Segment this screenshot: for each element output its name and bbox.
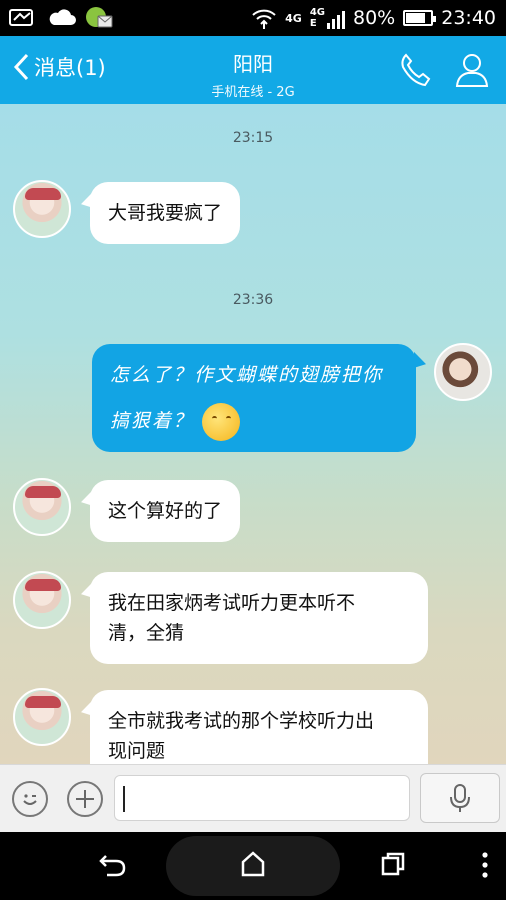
home-icon bbox=[241, 851, 265, 877]
contact-avatar[interactable] bbox=[13, 688, 71, 746]
wifi-icon bbox=[252, 9, 276, 29]
smiley-icon bbox=[23, 794, 37, 805]
recents-nav-button[interactable] bbox=[380, 850, 406, 882]
message-text-line: 现问题 bbox=[108, 740, 166, 762]
back-button[interactable]: 消息(1) bbox=[12, 52, 106, 82]
battery-icon bbox=[403, 10, 437, 26]
add-button[interactable] bbox=[67, 781, 103, 817]
message-input[interactable] bbox=[114, 775, 410, 821]
contact-avatar[interactable] bbox=[13, 478, 71, 536]
message-list[interactable]: 23:15 大哥我要疯了 23:36 怎么了？作文蝴蝶的翅膀把你 搞狠着？ 这个… bbox=[0, 104, 506, 764]
message-text: 大哥我要疯了 bbox=[108, 202, 223, 224]
contact-avatar[interactable] bbox=[13, 180, 71, 238]
message-text-line: 搞狠着？ bbox=[110, 398, 398, 444]
notification-icons bbox=[8, 4, 114, 30]
back-nav-button[interactable] bbox=[98, 850, 128, 884]
received-message[interactable]: 这个算好的了 bbox=[90, 480, 241, 542]
back-arrow-icon bbox=[99, 855, 126, 877]
emoji-button[interactable] bbox=[12, 781, 48, 817]
back-label: 消息(1) bbox=[34, 56, 106, 80]
call-button[interactable] bbox=[398, 52, 432, 92]
recents-icon bbox=[381, 852, 405, 876]
chat-header: 消息(1) 阳阳 手机在线 - 2G bbox=[0, 36, 506, 104]
timestamp: 23:36 bbox=[232, 292, 274, 308]
person-icon bbox=[455, 54, 489, 87]
message-text-line: 清，全猜 bbox=[108, 622, 185, 644]
signal-icon: 4G E bbox=[310, 7, 345, 29]
battery-level bbox=[406, 13, 426, 23]
message-text: 这个算好的了 bbox=[108, 500, 223, 522]
timestamp: 23:15 bbox=[232, 130, 274, 146]
contact-avatar[interactable] bbox=[13, 571, 71, 629]
message-text-line: 全市就我考试的那个学校听力出 bbox=[108, 710, 375, 732]
video-icon bbox=[9, 9, 33, 26]
system-indicators: 4G 4G E 80% 23:40 bbox=[251, 0, 496, 36]
thinking-face-emoji bbox=[202, 403, 241, 441]
home-nav-button[interactable] bbox=[240, 850, 266, 882]
battery-percent: 80% bbox=[353, 7, 396, 29]
input-bar bbox=[0, 764, 506, 832]
status-bar: 4G 4G E 80% 23:40 bbox=[0, 0, 506, 36]
network-type-label-2: 4G bbox=[309, 7, 325, 18]
my-avatar[interactable] bbox=[434, 343, 492, 401]
network-sub-label: E bbox=[309, 18, 317, 29]
phone-icon bbox=[401, 53, 431, 87]
profile-button[interactable] bbox=[454, 51, 490, 93]
menu-nav-button[interactable] bbox=[480, 850, 490, 884]
system-nav-bar bbox=[0, 832, 506, 900]
clock: 23:40 bbox=[441, 7, 496, 29]
message-text-line-2: 搞狠着？ bbox=[110, 410, 195, 432]
plus-icon bbox=[76, 790, 94, 808]
more-vertical-icon bbox=[482, 852, 488, 878]
voice-button[interactable] bbox=[420, 773, 500, 823]
text-caret bbox=[123, 786, 125, 812]
received-message[interactable]: 大哥我要疯了 bbox=[90, 182, 241, 244]
chevron-left-icon bbox=[13, 53, 29, 81]
cloud-icon bbox=[49, 9, 76, 25]
message-text-line: 我在田家炳考试听力更本听不 bbox=[108, 592, 356, 614]
sent-message[interactable]: 怎么了？作文蝴蝶的翅膀把你 搞狠着？ bbox=[92, 344, 416, 452]
received-message[interactable]: 我在田家炳考试听力更本听不 清，全猜 bbox=[90, 572, 428, 664]
message-text-line: 怎么了？作文蝴蝶的翅膀把你 bbox=[110, 364, 384, 386]
network-type-label: 4G bbox=[285, 11, 302, 25]
received-message[interactable]: 全市就我考试的那个学校听力出 现问题 bbox=[90, 690, 428, 764]
app-icon bbox=[86, 7, 113, 28]
microphone-icon bbox=[450, 784, 470, 812]
